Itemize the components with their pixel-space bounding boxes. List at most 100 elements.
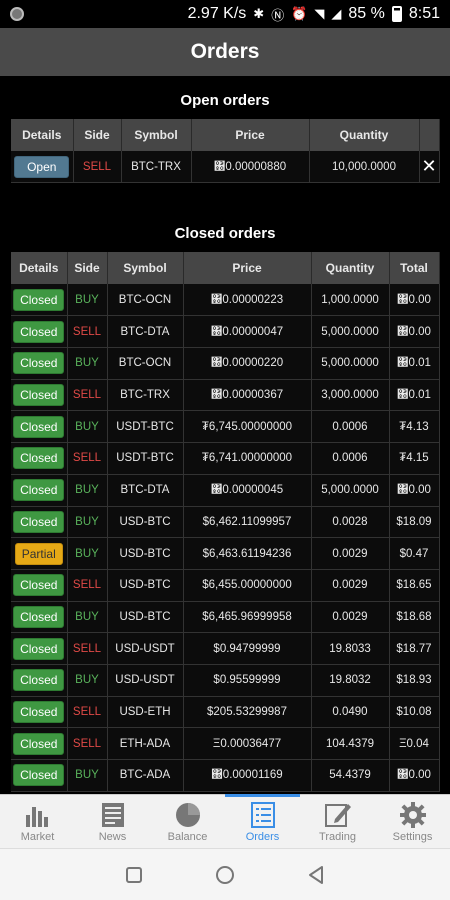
news-icon xyxy=(101,802,124,827)
table-row[interactable]: Closed SELL ETH-ADA Ξ0.00036477 104.4379 Ξ0.0… xyxy=(11,727,440,760)
quantity-cell: 0.0006 xyxy=(311,442,390,475)
tab-label: Settings xyxy=(392,830,433,843)
closed-orders-header: Details Side Symbol Price Quantity Total xyxy=(11,252,440,285)
table-row[interactable]: Closed BUY BTC-OCN ΀0.00000223 1,000.0000 ΀0.… xyxy=(11,284,440,317)
symbol-cell: BTC-TRX xyxy=(121,151,192,184)
side-cell: SELL xyxy=(73,151,122,184)
closed-orders-table: Details Side Symbol Price Quantity Total… xyxy=(11,252,440,792)
clock: 8:51 xyxy=(408,5,440,22)
table-row[interactable]: Closed SELL USD-USDT $0.94799999 19.8033 $18.… xyxy=(11,632,440,665)
alarm-icon: ⏰ xyxy=(291,6,308,21)
price-cell: ΀0.00000223 xyxy=(183,284,312,317)
table-row[interactable]: Closed BUY USDT-BTC ₮6,745.00000000 0.0006 ₮4… xyxy=(11,410,440,444)
table-row[interactable]: Closed BUY BTC-DTA ΀0.00000045 5,000.0000 ΀0.… xyxy=(11,474,440,507)
closed-badge-button[interactable]: Closed xyxy=(13,700,65,723)
symbol-cell: BTC-TRX xyxy=(107,379,184,412)
column-header: Details xyxy=(11,252,68,285)
bottom-tab-bar: Market News Balance Orders Trading Setti… xyxy=(0,794,450,848)
symbol-cell: BTC-OCN xyxy=(107,347,184,380)
side-cell: SELL xyxy=(67,696,108,729)
column-header: Total xyxy=(389,252,440,285)
tab-orders[interactable]: Orders xyxy=(225,794,300,848)
table-row[interactable]: Closed SELL USD-ETH $205.53299987 0.0490 $10.… xyxy=(11,696,440,729)
table-row[interactable]: Closed SELL USD-BTC $6,455.00000000 0.0029 $1… xyxy=(11,569,440,602)
cancel-order-cell: ✕ xyxy=(419,151,440,184)
nfc-icon: Ⓝ xyxy=(271,7,285,23)
symbol-cell: USD-USDT xyxy=(107,664,184,697)
column-header: Quantity xyxy=(309,119,420,151)
details-cell: Closed xyxy=(11,569,68,602)
tab-trading[interactable]: Trading xyxy=(300,795,375,848)
table-row[interactable]: Open SELL BTC-TRX ΀0.00000880 10,000.000… xyxy=(11,151,440,184)
open-orders-title: Open orders xyxy=(180,92,270,109)
side-cell: SELL xyxy=(67,442,108,475)
closed-badge-button[interactable]: Closed xyxy=(13,288,65,311)
table-row[interactable]: Closed SELL USDT-BTC ₮6,741.00000000 0.0006 ₮… xyxy=(11,442,440,475)
price-cell: ΀0.00000047 xyxy=(183,315,312,349)
symbol-cell: USD-BTC xyxy=(107,601,184,634)
app-bar: Orders xyxy=(0,28,450,76)
quantity-cell: 5,000.0000 xyxy=(311,474,390,507)
symbol-cell: USD-ETH xyxy=(107,696,184,729)
tab-label: Balance xyxy=(167,830,208,843)
table-row[interactable]: Closed BUY BTC-ADA ΀0.00001169 54.4379 ΀0.00 xyxy=(11,759,440,792)
quantity-cell: 10,000.0000 xyxy=(309,151,420,184)
column-header: Price xyxy=(191,119,310,151)
orders-content[interactable]: Open orders Details Side Symbol Price Qu… xyxy=(0,76,450,794)
closed-badge-button[interactable]: Closed xyxy=(13,415,65,438)
tab-settings[interactable]: Settings xyxy=(375,795,450,848)
total-cell: ΀0.00 xyxy=(389,759,440,792)
open-orders-header: Details Side Symbol Price Quantity xyxy=(11,119,440,151)
closed-badge-button[interactable]: Closed xyxy=(13,669,65,692)
quantity-cell: 54.4379 xyxy=(311,759,390,792)
quantity-cell: 0.0006 xyxy=(311,410,390,444)
details-cell: Open xyxy=(11,151,74,184)
partial-badge-button[interactable]: Partial xyxy=(14,542,63,565)
tab-news[interactable]: News xyxy=(75,795,150,848)
closed-badge-button[interactable]: Closed xyxy=(13,447,65,470)
table-row[interactable]: Partial BUY USD-BTC $6,463.61194236 0.0029 $0… xyxy=(11,537,440,570)
price-cell: ΀0.00000045 xyxy=(183,474,312,507)
column-header: Symbol xyxy=(121,119,192,151)
side-cell: BUY xyxy=(67,410,108,444)
symbol-cell: USDT-BTC xyxy=(107,410,184,444)
closed-badge-button[interactable]: Closed xyxy=(13,637,65,660)
quantity-cell: 19.8032 xyxy=(311,664,390,697)
closed-orders-body: Closed BUY BTC-OCN ΀0.00000223 1,000.0000 ΀0.… xyxy=(11,284,440,792)
home-button[interactable] xyxy=(215,865,235,885)
details-cell: Closed xyxy=(11,379,68,412)
total-cell: $18.77 xyxy=(389,632,440,665)
closed-badge-button[interactable]: Closed xyxy=(13,605,65,628)
symbol-cell: USD-BTC xyxy=(107,537,184,570)
closed-badge-button[interactable]: Closed xyxy=(13,764,65,787)
side-cell: BUY xyxy=(67,284,108,317)
tab-balance[interactable]: Balance xyxy=(150,795,225,848)
column-header: Side xyxy=(67,252,108,285)
closed-badge-button[interactable]: Closed xyxy=(13,510,65,533)
details-cell: Closed xyxy=(11,410,68,444)
side-cell: BUY xyxy=(67,664,108,697)
tab-market[interactable]: Market xyxy=(0,795,75,848)
table-row[interactable]: Closed BUY USD-BTC $6,465.96999958 0.0029 $18… xyxy=(11,601,440,634)
table-row[interactable]: Closed SELL BTC-TRX ΀0.00000367 3,000.0000 ΀0… xyxy=(11,379,440,412)
open-badge-button[interactable]: Open xyxy=(14,155,70,178)
symbol-cell: BTC-DTA xyxy=(107,315,184,349)
closed-badge-button[interactable]: Closed xyxy=(13,320,65,343)
table-row[interactable]: Closed BUY BTC-OCN ΀0.00000220 5,000.0000 ΀0.… xyxy=(11,347,440,380)
closed-badge-button[interactable]: Closed xyxy=(13,384,65,407)
closed-badge-button[interactable]: Closed xyxy=(13,479,65,502)
quantity-cell: 5,000.0000 xyxy=(311,347,390,380)
close-icon[interactable]: ✕ xyxy=(421,156,436,176)
recent-apps-button[interactable] xyxy=(125,866,143,884)
price-cell: $6,463.61194236 xyxy=(183,537,312,570)
closed-badge-button[interactable]: Closed xyxy=(13,352,65,375)
table-row[interactable]: Closed BUY USD-USDT $0.95599999 19.8032 $18.9… xyxy=(11,664,440,697)
price-cell: ΀0.00000220 xyxy=(183,347,312,380)
table-row[interactable]: Closed SELL BTC-DTA ΀0.00000047 5,000.0000 ΀0… xyxy=(11,315,440,349)
back-button[interactable] xyxy=(307,865,325,885)
closed-badge-button[interactable]: Closed xyxy=(13,574,65,597)
notification-icon xyxy=(10,7,24,21)
table-row[interactable]: Closed BUY USD-BTC $6,462.11099957 0.0028 $18… xyxy=(11,506,440,539)
quantity-cell: 0.0029 xyxy=(311,537,390,570)
closed-badge-button[interactable]: Closed xyxy=(13,732,65,755)
